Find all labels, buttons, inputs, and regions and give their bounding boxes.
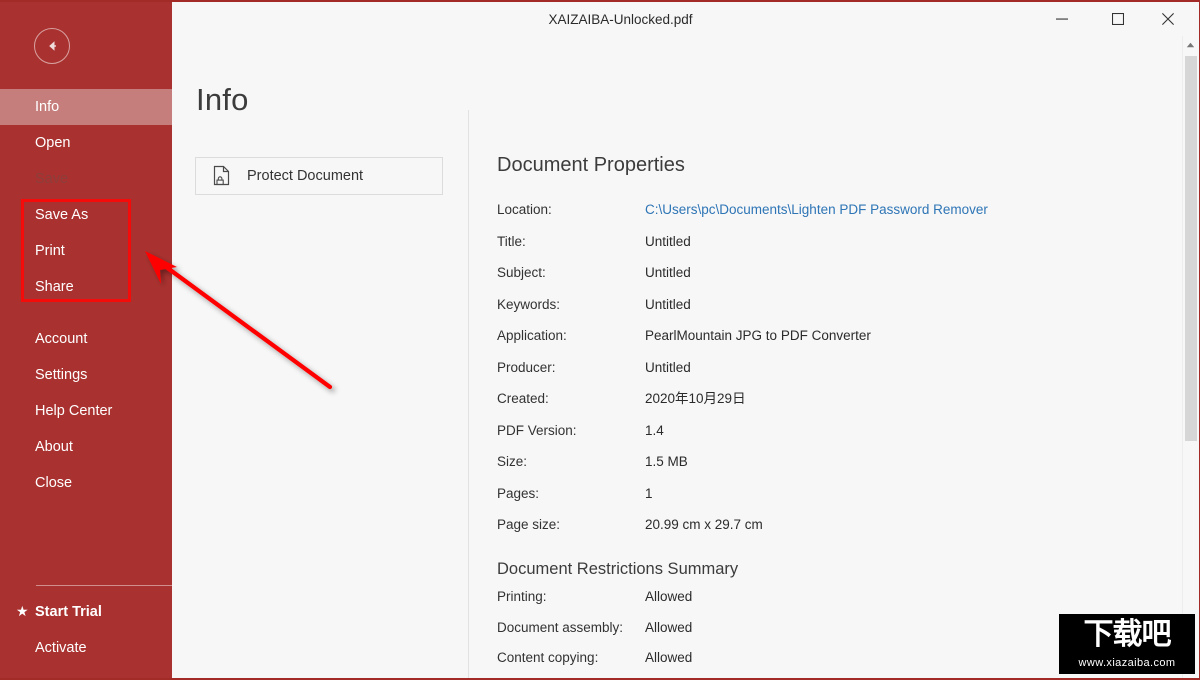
close-button[interactable] xyxy=(1145,2,1191,36)
property-row: Size: 1.5 MB xyxy=(497,453,1117,471)
main-content: Info Protect Document Document Propertie… xyxy=(172,36,1183,678)
property-row: Subject: Untitled xyxy=(497,264,1117,282)
sidebar-item-close[interactable]: Close xyxy=(0,465,172,501)
protect-document-label: Protect Document xyxy=(247,168,364,184)
sidebar-item-help-center[interactable]: Help Center xyxy=(0,393,172,429)
sidebar-item-label: Settings xyxy=(35,367,88,383)
sidebar-item-open[interactable]: Open xyxy=(0,125,172,161)
property-row: Page size: 20.99 cm x 29.7 cm xyxy=(497,516,1117,534)
property-key: Size: xyxy=(497,454,528,470)
sidebar-item-label: Close xyxy=(35,475,73,491)
protect-document-button[interactable]: Protect Document xyxy=(195,157,443,195)
watermark-url-text: www.xiazaiba.com xyxy=(1078,657,1176,669)
vertical-scrollbar[interactable] xyxy=(1182,36,1198,678)
app-window: Info Open Save Save As Print Share Account Sett… xyxy=(0,0,1200,680)
property-value: 1.5 MB xyxy=(645,454,688,470)
property-value: 2020年10月29日 xyxy=(645,391,746,407)
property-row: Document assembly: Allowed xyxy=(497,619,1117,637)
sidebar-item-label: Activate xyxy=(35,640,87,656)
title-bar: XAIZAIBA-Unlocked.pdf xyxy=(172,2,1199,36)
sidebar-item-label: About xyxy=(35,439,73,455)
property-key: Content copying: xyxy=(497,650,599,666)
property-row: Content copying: Allowed xyxy=(497,649,1117,667)
property-key: Document assembly: xyxy=(497,619,624,635)
property-value-link[interactable]: C:\Users\pc\Documents\Lighten PDF Passwo… xyxy=(645,201,988,219)
close-icon xyxy=(1162,13,1174,25)
sidebar-item-settings[interactable]: Settings xyxy=(0,357,172,393)
property-value: Untitled xyxy=(645,233,691,249)
sidebar-item-label: Help Center xyxy=(35,403,113,419)
sidebar-item-about[interactable]: About xyxy=(0,429,172,465)
property-key: Printing: xyxy=(497,589,547,605)
property-value: Untitled xyxy=(645,359,691,375)
property-value: Untitled xyxy=(645,296,691,312)
sidebar-item-account[interactable]: Account xyxy=(0,321,172,357)
sidebar-divider xyxy=(36,585,172,586)
scrollbar-thumb[interactable] xyxy=(1185,56,1197,441)
page-title: Info xyxy=(196,82,249,117)
watermark-logo-text: 下载吧 xyxy=(1083,617,1172,652)
sidebar-item-print[interactable]: Print xyxy=(0,233,172,269)
property-key: Subject: xyxy=(497,265,546,281)
property-value: Allowed xyxy=(645,589,693,605)
sidebar-item-label: Account xyxy=(35,331,88,347)
property-value: Allowed xyxy=(645,619,693,635)
sidebar-item-save: Save xyxy=(0,161,172,197)
sidebar-item-label: Save As xyxy=(35,207,89,223)
window-title: XAIZAIBA-Unlocked.pdf xyxy=(548,12,693,27)
property-row: Location: C:\Users\pc\Documents\Lighten P… xyxy=(497,201,1117,219)
sidebar-item-label: Share xyxy=(35,279,74,295)
sidebar-item-save-as[interactable]: Save As xyxy=(0,197,172,233)
document-restrictions-list: Printing: Allowed Document assembly: Allowe… xyxy=(497,588,1117,678)
document-restrictions-panel: Document Restrictions Summary Printing: A… xyxy=(497,560,1117,678)
minimize-icon xyxy=(1056,18,1068,20)
property-row: Title: Untitled xyxy=(497,233,1117,251)
property-value: 1 xyxy=(645,485,653,501)
back-arrow-icon xyxy=(49,41,56,51)
property-value: 1.4 xyxy=(645,422,664,438)
property-value: PearlMountain JPG to PDF Converter xyxy=(645,328,871,344)
property-key: Page size: xyxy=(497,517,561,533)
property-key: PDF Version: xyxy=(497,422,577,438)
property-row: PDF Version: 1.4 xyxy=(497,422,1117,440)
property-row: Pages: 1 xyxy=(497,485,1117,503)
property-key: Producer: xyxy=(497,359,556,375)
property-value: Allowed xyxy=(645,650,693,666)
maximize-icon xyxy=(1112,13,1124,25)
document-properties-heading: Document Properties xyxy=(497,154,685,176)
sidebar-item-share[interactable]: Share xyxy=(0,269,172,305)
document-restrictions-heading: Document Restrictions Summary xyxy=(497,560,739,579)
property-key: Pages: xyxy=(497,485,540,501)
sidebar-item-label: Print xyxy=(35,243,65,259)
document-lock-icon xyxy=(212,165,232,187)
property-key: Application: xyxy=(497,328,567,344)
minimize-button[interactable] xyxy=(1039,2,1085,36)
property-row: Created: 2020年10月29日 xyxy=(497,390,1117,408)
sidebar-item-info[interactable]: Info xyxy=(0,89,172,125)
scroll-up-arrow-icon[interactable] xyxy=(1183,36,1198,53)
property-row: Printing: Allowed xyxy=(497,588,1117,606)
sidebar-item-label: Save xyxy=(35,171,69,187)
sidebar-item-label: Start Trial xyxy=(35,604,102,620)
sidebar-item-label: Info xyxy=(35,99,60,115)
content-divider xyxy=(468,110,469,678)
document-properties-list: Location: C:\Users\pc\Documents\Lighten P… xyxy=(497,201,1117,534)
property-key: Keywords: xyxy=(497,296,561,312)
property-key: Location: xyxy=(497,202,552,217)
property-key: Created: xyxy=(497,391,549,407)
property-row: Keywords: Untitled xyxy=(497,296,1117,314)
document-properties-panel: Document Properties Location: C:\Users\pc… xyxy=(497,154,1117,678)
sidebar-item-label: Open xyxy=(35,135,71,151)
property-row: Producer: Untitled xyxy=(497,359,1117,377)
back-button[interactable] xyxy=(34,28,70,64)
watermark: 下载吧 www.xiazaiba.com xyxy=(1059,614,1195,674)
property-key: Title: xyxy=(497,233,526,249)
sidebar-item-activate[interactable]: Activate xyxy=(0,630,172,666)
property-value: Untitled xyxy=(645,265,691,281)
maximize-button[interactable] xyxy=(1095,2,1141,36)
sidebar-item-start-trial[interactable]: Start Trial xyxy=(0,594,172,630)
property-row: Application: PearlMountain JPG to PDF Con… xyxy=(497,327,1117,345)
sidebar: Info Open Save Save As Print Share Account Sett… xyxy=(0,2,172,678)
property-value: 20.99 cm x 29.7 cm xyxy=(645,517,763,533)
